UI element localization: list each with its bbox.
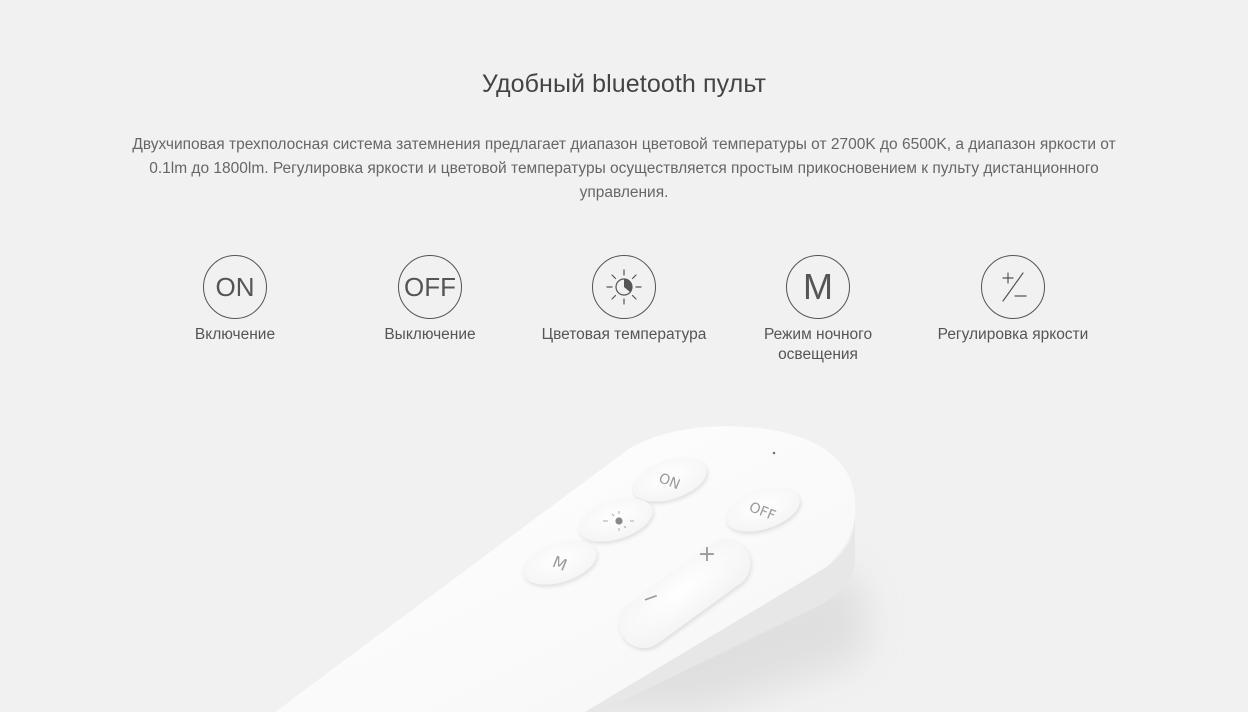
section-description: Двухчиповая трехполосная система затемне…	[132, 136, 1116, 201]
remote-illustration: ON OFF M + −	[0, 380, 1248, 712]
off-icon-text: OFF	[404, 271, 456, 302]
feature-on-label: Включение	[194, 326, 276, 343]
feature-color-temperature-label: Цветовая температура	[541, 326, 707, 343]
on-icon: ON	[203, 255, 267, 319]
feature-brightness-label: Регулировка яркости	[937, 326, 1089, 343]
off-icon: OFF	[398, 255, 462, 319]
on-icon-text: ON	[215, 271, 255, 302]
feature-on: ON Включение	[140, 255, 330, 345]
features-row: ON Включение OFF Выключение Цветовая тем…	[0, 255, 1248, 375]
remote-plus-label: +	[698, 542, 716, 567]
feature-night-mode-label: Режим ночного освещения	[763, 326, 873, 363]
sun-half-icon	[606, 269, 642, 305]
led-indicator	[772, 451, 776, 455]
feature-off-label: Выключение	[384, 326, 476, 343]
feature-night-mode: M Режим ночного освещения	[723, 255, 913, 365]
feature-off: OFF Выключение	[335, 255, 525, 345]
night-mode-icon: M	[786, 255, 850, 319]
plus-minus-icon	[1002, 272, 1027, 302]
color-temperature-icon	[592, 255, 656, 319]
section-title: Удобный bluetooth пульт	[481, 70, 767, 98]
feature-color-temperature: Цветовая температура	[529, 255, 719, 345]
night-mode-icon-text: M	[803, 266, 833, 307]
feature-brightness: Регулировка яркости	[918, 255, 1108, 345]
remote-control-image: ON OFF M + −	[275, 426, 868, 712]
brightness-plus-minus-icon	[981, 255, 1045, 319]
